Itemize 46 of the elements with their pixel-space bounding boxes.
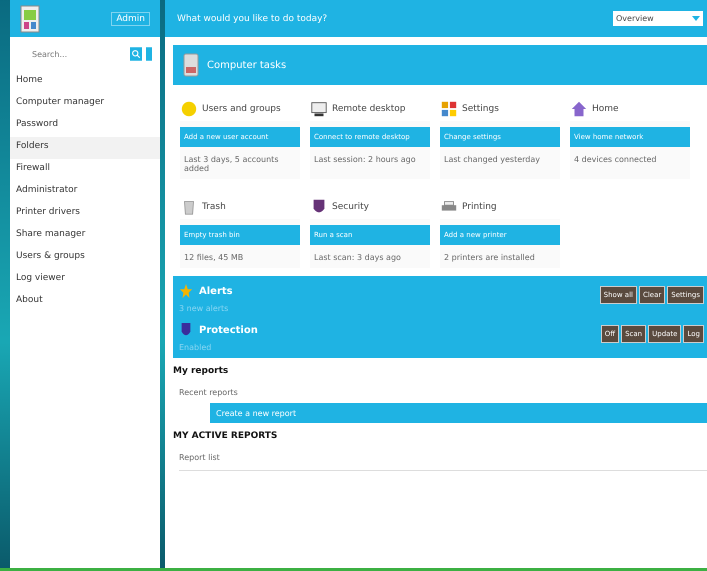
panel-row-subtitle: Enabled (179, 343, 212, 352)
nav-item[interactable]: Share manager (10, 225, 160, 247)
monitor-icon (310, 100, 328, 118)
card-title: Remote desktop (332, 104, 406, 114)
card-note: 4 devices connected (573, 154, 658, 166)
caret-icon (692, 16, 700, 21)
nav-item[interactable]: About (10, 291, 160, 313)
app-logo-icon (20, 4, 40, 32)
smiley-icon (180, 100, 198, 118)
brand-label: Admin (111, 12, 150, 26)
card-title: Security (332, 202, 369, 212)
nav-item[interactable]: Log viewer (10, 269, 160, 291)
nav-item[interactable]: Users & groups (10, 247, 160, 269)
card-note: 12 files, 45 MB (183, 252, 244, 264)
star-icon (179, 282, 193, 300)
nav-item[interactable]: Home (10, 71, 160, 93)
nav-item[interactable]: Administrator (10, 181, 160, 203)
reports-label: Recent reports (179, 388, 239, 397)
card-note: Last session: 2 hours ago (313, 154, 417, 166)
active-reports-label: Report list (179, 453, 221, 462)
view-dropdown[interactable]: Overview (613, 11, 703, 26)
house-icon (570, 100, 588, 118)
nav-item[interactable]: Computer manager (10, 93, 160, 115)
card-title: Printing (462, 202, 497, 212)
card-note: Last changed yesterday (443, 154, 542, 166)
page-title: What would you like to do today? (177, 14, 328, 24)
nav-item[interactable]: Printer drivers (10, 203, 160, 225)
nav-item[interactable]: Folders (10, 137, 160, 159)
nav-item[interactable]: Firewall (10, 159, 160, 181)
card-title: Trash (202, 202, 226, 212)
active-reports-heading: MY ACTIVE REPORTS (173, 431, 278, 441)
card-title: Users and groups (202, 104, 281, 114)
card-note: Last 3 days, 5 accounts added (183, 154, 280, 175)
card-note: Last scan: 3 days ago (313, 252, 402, 264)
nav-item[interactable]: Password (10, 115, 160, 137)
section-title: Computer tasks (207, 60, 286, 70)
reports-heading: My reports (173, 366, 230, 376)
card-note: 2 printers are installed (443, 252, 536, 264)
panel-row-title: Protection (199, 324, 258, 336)
card-title: Home (592, 104, 619, 114)
panel-row-subtitle: 3 new alerts (179, 304, 230, 313)
blocks-icon (440, 100, 458, 118)
card-title: Settings (462, 104, 499, 114)
search-icon[interactable] (130, 45, 142, 63)
panel-row-title: Alerts (199, 286, 233, 296)
computer-icon (183, 53, 199, 77)
